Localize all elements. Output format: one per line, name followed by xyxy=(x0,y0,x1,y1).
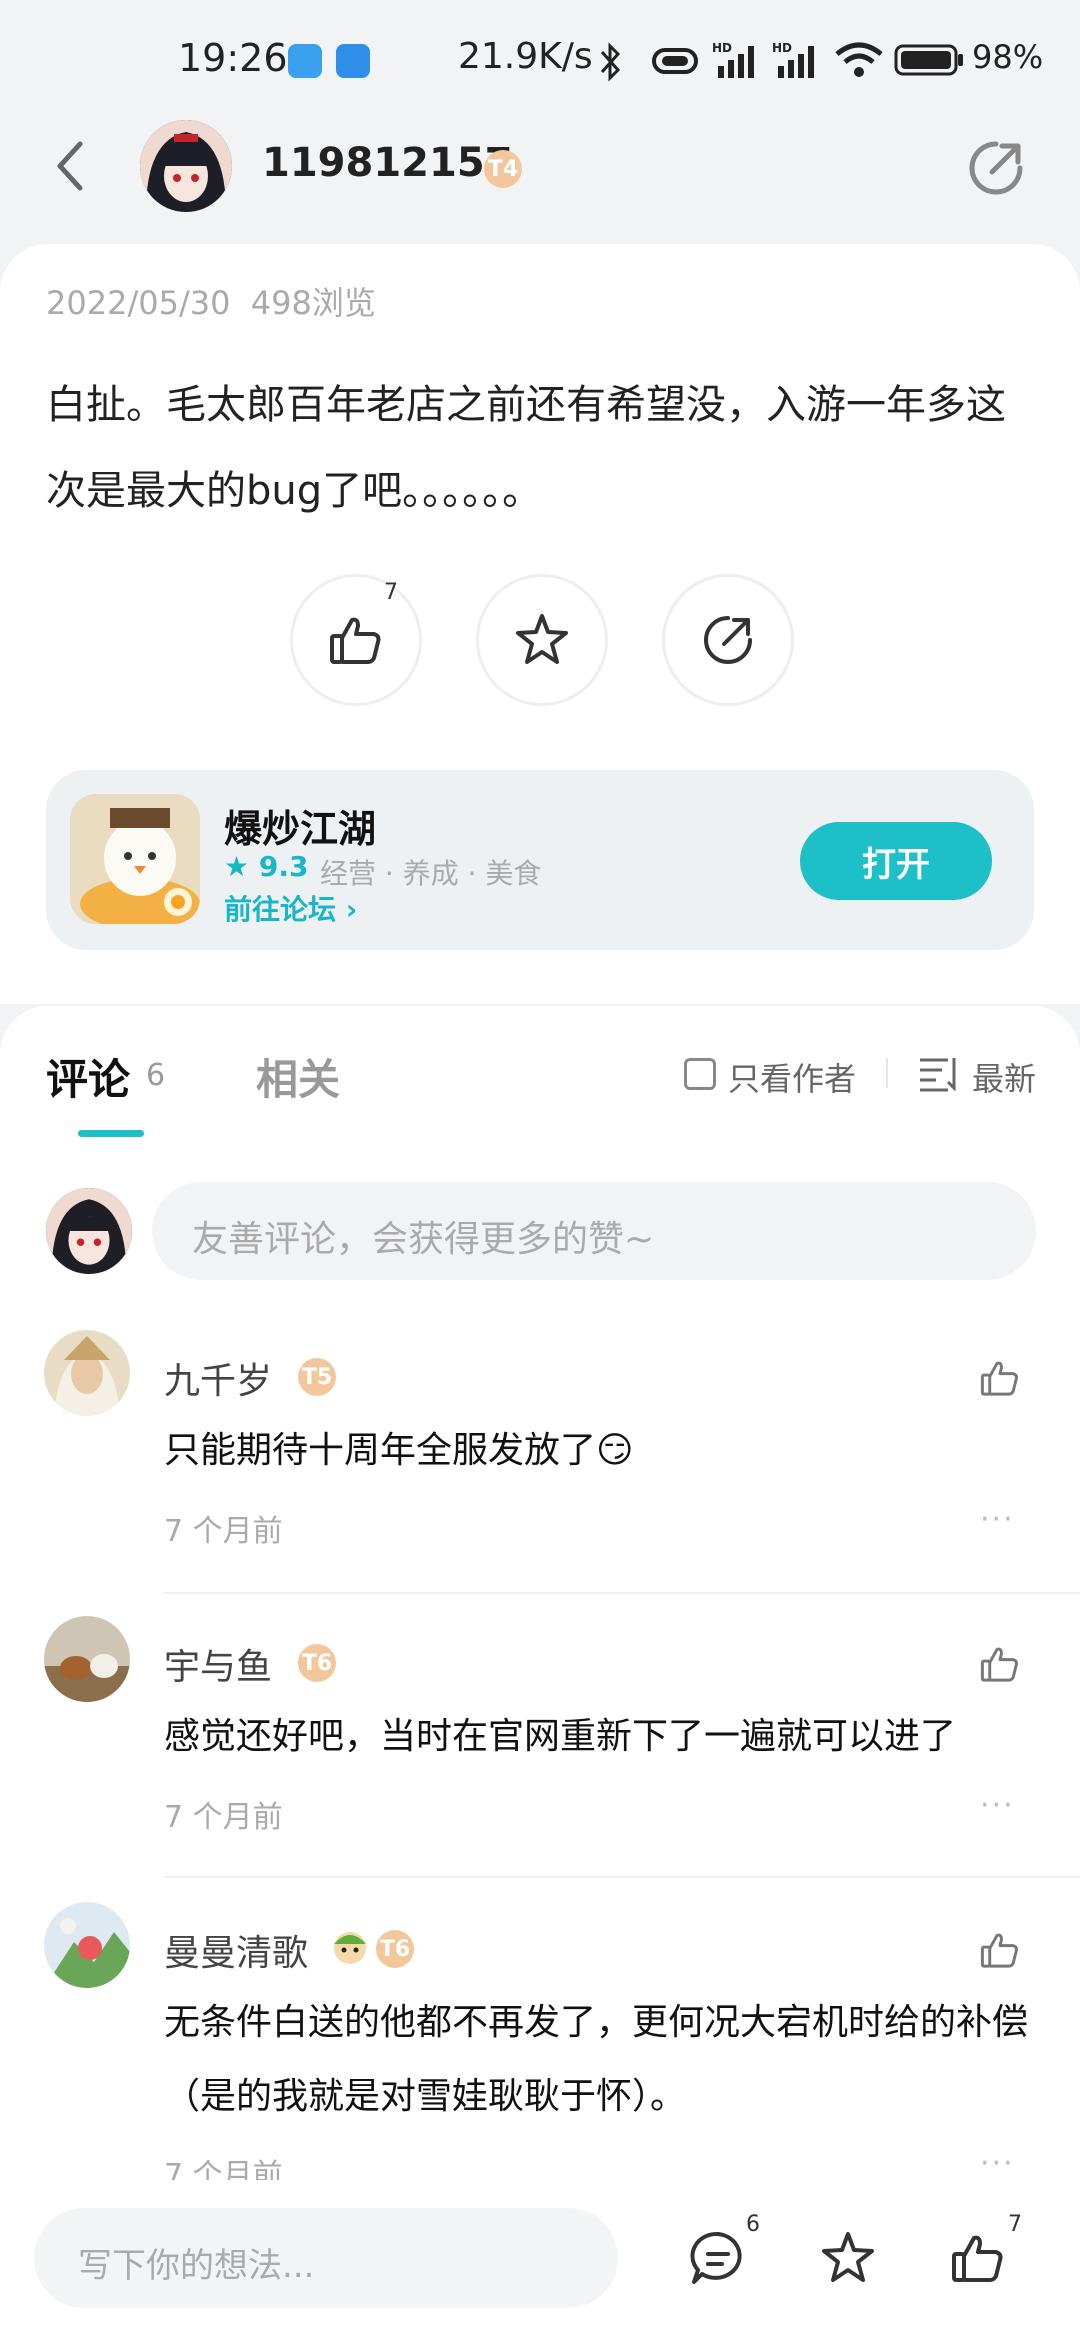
comment-like-icon[interactable] xyxy=(978,1928,1022,1972)
comment-text: 感觉还好吧，当时在官网重新下了一遍就可以进了 xyxy=(164,1716,957,1757)
post-views: 498浏览 xyxy=(250,284,376,322)
weather-app-icon xyxy=(288,44,322,78)
vibrate-icon xyxy=(652,48,698,74)
divider xyxy=(886,1058,888,1088)
tab-related[interactable]: 相关 xyxy=(256,1046,340,1107)
author-level-badge: T4 xyxy=(484,150,522,188)
forum-link-label: 前往论坛 xyxy=(224,893,337,926)
cloud-app-icon xyxy=(336,44,370,78)
status-time: 19:26 xyxy=(178,36,288,80)
comment-avatar[interactable] xyxy=(44,1330,130,1416)
game-rating-value: 9.3 xyxy=(258,850,309,883)
comment-author-name[interactable]: 九千岁 xyxy=(164,1352,272,1404)
sort-icon[interactable] xyxy=(918,1056,958,1092)
post-meta: 2022/05/30 498浏览 xyxy=(46,278,376,324)
thumbs-up-icon xyxy=(330,617,381,664)
comment-icon[interactable] xyxy=(688,2228,748,2288)
comment-author-name[interactable]: 宇与鱼 xyxy=(164,1638,272,1690)
star-icon xyxy=(516,614,568,664)
chevron-right-icon: › xyxy=(345,893,358,926)
signal-icon-1: HD xyxy=(712,41,754,78)
only-author-checkbox[interactable] xyxy=(684,1058,716,1090)
battery-level: 98% xyxy=(972,38,1044,76)
comment-level-badge: T6 xyxy=(376,1930,414,1968)
comment-like-icon[interactable] xyxy=(978,1642,1022,1686)
post-share-button[interactable] xyxy=(662,574,794,706)
my-avatar xyxy=(46,1188,132,1274)
comment-input-placeholder: 友善评论，会获得更多的赞~ xyxy=(192,1219,655,1260)
post-like-button[interactable] xyxy=(290,574,422,706)
post-date: 2022/05/30 xyxy=(46,284,231,322)
sort-label[interactable]: 最新 xyxy=(972,1054,1036,1100)
game-tags: 经营 · 养成 · 美食 xyxy=(320,857,542,890)
share-icon xyxy=(704,616,752,664)
back-arrow-icon[interactable] xyxy=(50,138,90,194)
comment-level-badge: T5 xyxy=(298,1358,336,1396)
post-body: 白扯。毛太郎百年老店之前还有希望没，入游一年多这次是最大的bug了吧。。。。。。 xyxy=(46,382,1006,514)
game-icon[interactable] xyxy=(70,794,200,924)
comment-divider xyxy=(164,1592,1080,1594)
sticker-avatar-icon xyxy=(334,1932,366,1964)
share-icon[interactable] xyxy=(966,138,1026,198)
bottom-input-placeholder: 写下你的想法... xyxy=(78,2246,315,2286)
comment-avatar[interactable] xyxy=(44,1616,130,1702)
comment-text: 无条件白送的他都不再发了，更何况大宕机时给的补偿（是的我就是对雪娃耿耿于怀）。 xyxy=(164,2002,1029,2117)
only-author-label[interactable]: 只看作者 xyxy=(728,1054,856,1100)
author-username[interactable]: 119812157 xyxy=(262,140,513,186)
post-like-count: 7 xyxy=(384,580,398,605)
comment-avatar[interactable] xyxy=(44,1902,130,1988)
comment-text: 只能期待十周年全服发放了😏 xyxy=(164,1430,634,1471)
favorite-icon[interactable] xyxy=(818,2228,878,2288)
bluetooth-icon xyxy=(600,42,621,82)
svg-text:HD: HD xyxy=(772,41,792,55)
bottom-like-count: 7 xyxy=(1008,2212,1022,2237)
svg-text:HD: HD xyxy=(712,41,732,55)
network-speed: 21.9K/s xyxy=(458,36,593,77)
comment-level-badge: T6 xyxy=(298,1644,336,1682)
status-bar: 19:26 21.9K/s HD HD 98% xyxy=(0,0,1080,120)
tab-active-indicator xyxy=(78,1130,144,1137)
comment-divider xyxy=(164,1876,1080,1878)
star-icon: ★ xyxy=(224,850,259,883)
game-name[interactable]: 爆炒江湖 xyxy=(224,798,376,853)
tab-comments-count: 6 xyxy=(146,1058,166,1093)
comment-like-icon[interactable] xyxy=(978,1356,1022,1400)
comment-author-name[interactable]: 曼曼清歌 xyxy=(164,1924,308,1976)
forum-link[interactable]: 前往论坛 › xyxy=(224,888,357,928)
comment-time: 7 个月前 xyxy=(164,1800,283,1835)
comment-time: 7 个月前 xyxy=(164,1514,283,1549)
more-options-icon[interactable]: ··· xyxy=(980,1788,1015,1823)
thumbs-up-icon[interactable] xyxy=(948,2228,1008,2288)
wifi-icon xyxy=(835,42,883,77)
bottom-comment-count: 6 xyxy=(746,2212,760,2237)
open-game-button[interactable]: 打开 xyxy=(800,822,992,900)
game-rating: ★ 9.3 xyxy=(224,850,308,883)
signal-icon-2: HD xyxy=(772,41,814,78)
tab-comments[interactable]: 评论 xyxy=(46,1046,130,1107)
author-avatar[interactable] xyxy=(140,120,232,212)
battery-icon xyxy=(894,44,963,76)
more-options-icon[interactable]: ··· xyxy=(980,1502,1015,1537)
more-options-icon[interactable]: ··· xyxy=(980,2146,1015,2181)
post-favorite-button[interactable] xyxy=(476,574,608,706)
